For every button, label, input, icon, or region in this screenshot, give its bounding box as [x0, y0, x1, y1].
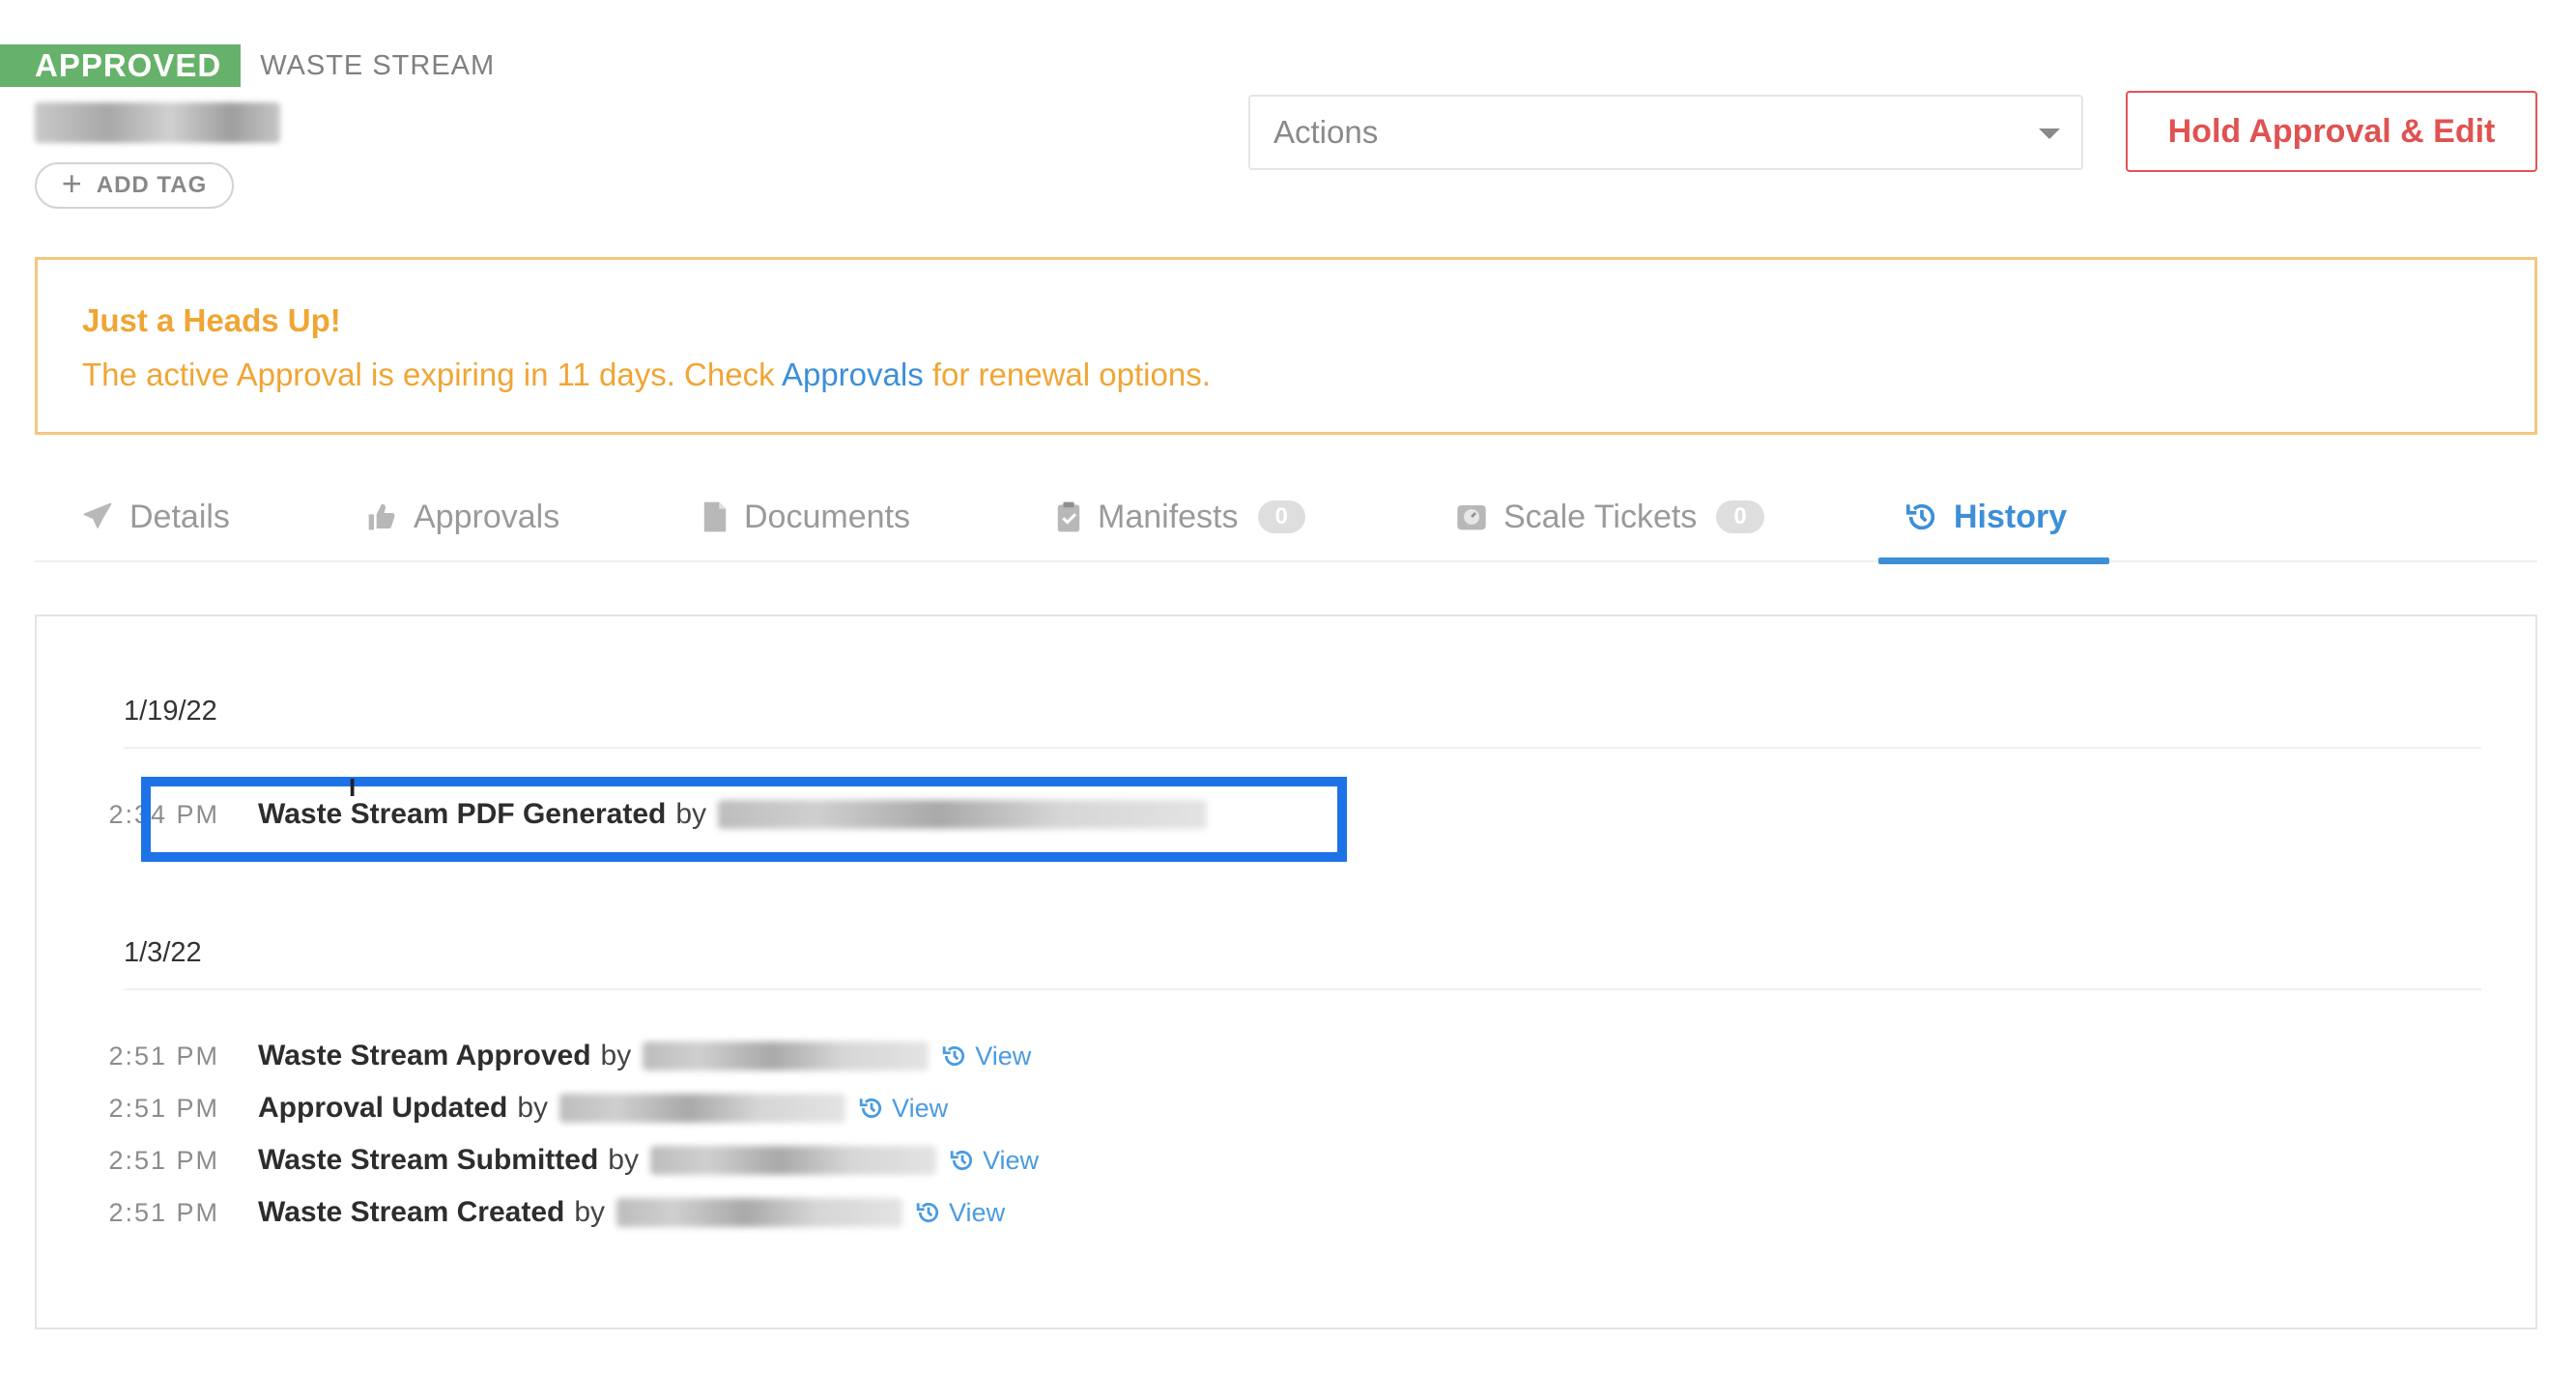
alert-title: Just a Heads Up! [82, 302, 341, 338]
view-link-label: View [949, 1197, 1006, 1227]
history-icon [950, 1150, 972, 1171]
redacted-user-name [643, 1042, 930, 1071]
status-badge: APPROVED [0, 44, 242, 87]
tab-label: Documents [744, 498, 910, 535]
add-tag-label: ADD TAG [96, 172, 208, 198]
tab-manifests[interactable]: Manifests 0 [1055, 473, 1305, 560]
alert-body-prefix: The active Approval is expiring in 11 da… [82, 357, 775, 392]
entry-by: by [517, 1092, 549, 1124]
view-link-label: View [975, 1041, 1032, 1071]
tab-history[interactable]: History [1877, 473, 2110, 564]
tab-scale-tickets[interactable]: Scale Tickets 0 [1455, 473, 1764, 560]
add-tag-button[interactable]: + ADD TAG [35, 162, 234, 209]
entry-time: 2:34 PM [108, 799, 219, 829]
tab-approvals[interactable]: Approvals [365, 473, 559, 560]
text-cursor-icon: I [349, 773, 357, 802]
entry-event: Waste Stream Created [258, 1196, 565, 1228]
scale-icon [1457, 505, 1486, 530]
redacted-user-name [718, 800, 1208, 829]
history-entry: 2:51 PM Waste Stream Submitted by View [70, 1144, 1039, 1177]
entry-event: Waste Stream PDF Generated [258, 798, 667, 830]
stream-id-redacted [35, 102, 280, 143]
view-version-link[interactable]: View [916, 1198, 1005, 1228]
entry-time: 2:51 PM [108, 1197, 219, 1227]
view-version-link[interactable]: View [950, 1146, 1039, 1176]
expiry-alert: Just a Heads Up! The active Approval is … [35, 257, 2537, 435]
entry-by: by [608, 1144, 639, 1176]
history-entry: 2:51 PM Waste Stream Approved by View [70, 1040, 1031, 1072]
entry-time: 2:51 PM [108, 1041, 219, 1071]
scale-tickets-count-badge: 0 [1716, 500, 1764, 533]
alert-body: The active Approval is expiring in 11 da… [82, 357, 2534, 393]
history-entry: 2:51 PM Approval Updated by View [70, 1092, 948, 1125]
tab-label: Approvals [414, 498, 560, 535]
entry-event: Approval Updated [258, 1092, 508, 1124]
tab-documents[interactable]: Documents [701, 473, 910, 560]
entry-by: by [675, 798, 707, 830]
thumbs-up-icon [368, 503, 395, 530]
entry-by: by [574, 1196, 606, 1228]
paper-plane-icon [83, 502, 112, 528]
document-icon [703, 501, 727, 532]
actions-dropdown[interactable]: Actions [1248, 95, 2083, 170]
entry-time: 2:51 PM [108, 1093, 219, 1123]
history-icon [942, 1045, 965, 1067]
tab-label: History [1954, 498, 2068, 535]
tab-label: Details [129, 498, 230, 535]
tab-details[interactable]: Details [81, 473, 230, 560]
redacted-user-name [616, 1198, 903, 1227]
entry-event: Waste Stream Submitted [258, 1144, 599, 1176]
view-version-link[interactable]: View [942, 1042, 1031, 1071]
tab-label: Manifests [1098, 498, 1239, 535]
redacted-user-name [559, 1094, 846, 1123]
chevron-down-icon [2039, 128, 2060, 139]
actions-dropdown-label: Actions [1274, 114, 1379, 150]
view-version-link[interactable]: View [859, 1094, 948, 1124]
waste-stream-page: APPROVED WASTE STREAM + ADD TAG Actions … [0, 0, 2576, 1399]
history-date-header: 1/3/22 [124, 937, 2481, 990]
view-link-label: View [982, 1145, 1040, 1175]
entry-by: by [600, 1040, 632, 1071]
history-icon [1905, 503, 1935, 530]
redacted-user-name [649, 1146, 936, 1175]
history-entry: 2:51 PM Waste Stream Created by View [70, 1196, 1005, 1229]
manifests-count-badge: 0 [1257, 500, 1305, 533]
history-icon [859, 1098, 882, 1119]
clipboard-check-icon [1057, 501, 1080, 532]
entry-event: Waste Stream Approved [258, 1040, 591, 1071]
approvals-link[interactable]: Approvals [782, 357, 924, 392]
status-row: APPROVED WASTE STREAM [0, 44, 495, 87]
history-panel: 1/19/22 2:34 PM Waste Stream PDF Generat… [35, 614, 2537, 1329]
stream-type-label: WASTE STREAM [260, 49, 496, 81]
history-icon [916, 1202, 939, 1223]
history-date-header: 1/19/22 [124, 696, 2481, 749]
entry-time: 2:51 PM [108, 1145, 219, 1175]
tab-label: Scale Tickets [1503, 498, 1698, 535]
alert-body-suffix: for renewal options. [931, 357, 1211, 392]
hold-approval-edit-button[interactable]: Hold Approval & Edit [2126, 91, 2537, 172]
tab-bar: Details Approvals Documents Manifests 0 … [35, 473, 2537, 564]
plus-icon: + [61, 163, 83, 203]
history-entry: 2:34 PM Waste Stream PDF Generated by [70, 798, 1208, 831]
view-link-label: View [892, 1093, 949, 1123]
